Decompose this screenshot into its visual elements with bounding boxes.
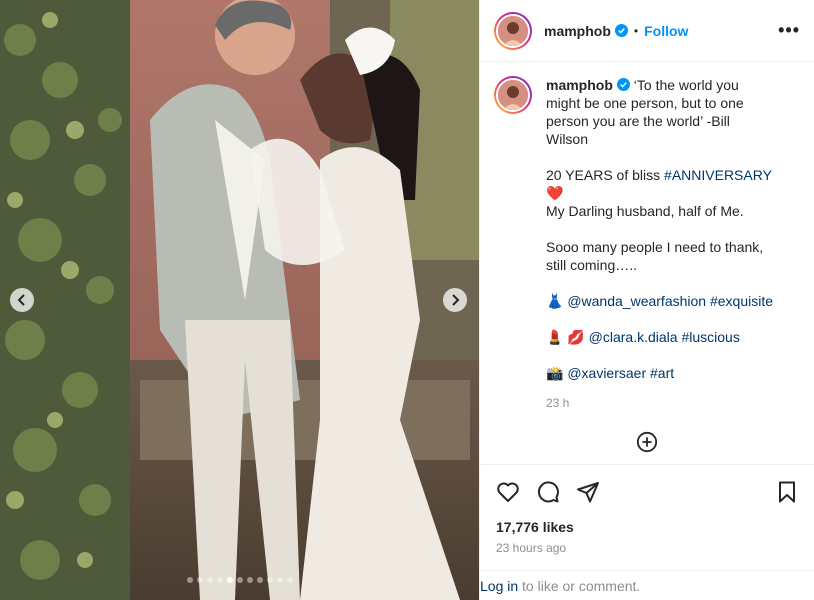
- verified-badge-icon: [616, 78, 630, 91]
- carousel-dot: [186, 577, 193, 583]
- carousel-dot: [236, 577, 243, 583]
- camera-emoji: 📸: [546, 365, 564, 381]
- header-separator: •: [633, 23, 639, 38]
- carousel-indicator: [0, 577, 479, 583]
- verified-badge-icon: [614, 24, 628, 37]
- hashtag-art[interactable]: #art: [650, 365, 674, 381]
- chevron-left-icon: [17, 294, 25, 306]
- wedding-photo: [0, 0, 479, 600]
- caption-line: Wilson: [546, 131, 589, 147]
- darling-line: My Darling husband, half of Me.: [546, 203, 744, 219]
- mention-wanda[interactable]: @wanda_wearfashion: [567, 293, 706, 309]
- chevron-right-icon: [452, 294, 460, 306]
- post-photo[interactable]: [0, 0, 479, 600]
- mention-xavier[interactable]: @xaviersaer: [567, 365, 646, 381]
- dress-emoji: 👗: [546, 293, 564, 309]
- mention-clara[interactable]: @clara.k.diala: [589, 329, 678, 345]
- carousel-dot: [246, 577, 253, 583]
- comment-icon[interactable]: [536, 480, 560, 504]
- post-side-panel: mamphob • Follow ••• mamphob ‘To the wor…: [479, 0, 814, 600]
- avatar-image: [496, 13, 530, 48]
- heart-icon[interactable]: [496, 480, 520, 504]
- lipstick-emoji: 💄 💋: [546, 329, 585, 345]
- login-prompt-text: to like or comment.: [518, 577, 641, 594]
- caption-line: ‘To the world you: [633, 77, 739, 93]
- follow-button[interactable]: Follow: [644, 23, 688, 39]
- caption-text: mamphob ‘To the world you might be one p…: [546, 76, 796, 412]
- login-prompt: Log in to like or comment.: [480, 570, 814, 600]
- carousel-dot: [276, 577, 283, 583]
- carousel-dot: [226, 577, 233, 583]
- caption-timestamp[interactable]: 23 h: [546, 394, 796, 412]
- carousel-next-button[interactable]: [443, 288, 467, 312]
- paper-plane-icon[interactable]: [576, 480, 600, 504]
- anniversary-text: 20 YEARS of bliss: [546, 167, 665, 183]
- header-username[interactable]: mamphob: [544, 23, 611, 39]
- caption-section: mamphob ‘To the world you might be one p…: [480, 62, 814, 464]
- hashtag-exquisite[interactable]: #exquisite: [710, 293, 773, 309]
- caption-username[interactable]: mamphob: [546, 77, 613, 93]
- avatar[interactable]: [494, 11, 532, 50]
- carousel-prev-button[interactable]: [10, 288, 34, 312]
- carousel-dot: [216, 577, 223, 583]
- more-options-button[interactable]: •••: [778, 20, 800, 41]
- carousel-dot: [266, 577, 273, 583]
- caption-line: might be one person, but to one: [546, 95, 744, 111]
- hashtag-luscious[interactable]: #luscious: [681, 329, 739, 345]
- plus-circle-icon[interactable]: [636, 431, 658, 453]
- bookmark-icon[interactable]: [775, 480, 799, 504]
- caption-avatar[interactable]: [494, 76, 532, 114]
- post-actions: 17,776 likes 23 hours ago: [480, 464, 814, 570]
- carousel-dot: [256, 577, 263, 583]
- carousel-dot: [286, 577, 293, 583]
- avatar-image: [496, 78, 530, 112]
- carousel-dot: [206, 577, 213, 583]
- thanks-line: Sooo many people I need to thank,: [546, 239, 764, 255]
- thanks-line: still coming…..: [546, 257, 638, 273]
- caption-line: person you are the world’ -Bill: [546, 113, 730, 129]
- post-timestamp[interactable]: 23 hours ago: [480, 535, 814, 555]
- heart-emoji: ❤️: [546, 185, 564, 201]
- hashtag-anniversary[interactable]: #ANNIVERSARY: [664, 167, 772, 183]
- carousel-dot: [196, 577, 203, 583]
- likes-count[interactable]: 17,776 likes: [480, 519, 814, 535]
- post-header: mamphob • Follow •••: [480, 0, 814, 62]
- login-link[interactable]: Log in: [480, 578, 518, 594]
